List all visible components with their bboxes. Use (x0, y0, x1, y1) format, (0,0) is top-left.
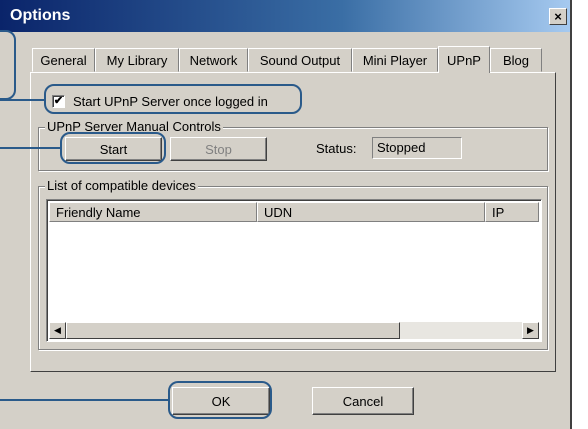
tab-label: Network (189, 52, 238, 68)
column-label: IP (492, 205, 505, 220)
callout-leader-start (0, 147, 60, 149)
scroll-thumb[interactable] (66, 322, 400, 339)
dialog-title: Options (10, 7, 71, 24)
arrow-right-icon: ▶ (527, 325, 534, 335)
title-bar: Options × (0, 0, 570, 32)
cancel-button[interactable]: Cancel (312, 387, 414, 415)
tab-label: General (40, 52, 87, 68)
horizontal-scrollbar[interactable]: ◀ ▶ (49, 322, 539, 339)
status-value: Stopped (372, 137, 462, 159)
tab-label: Sound Output (259, 52, 341, 68)
options-dialog: Options × General My Library Network Sou… (0, 0, 572, 429)
tab-mini-player[interactable]: Mini Player (352, 48, 438, 72)
cancel-button-label: Cancel (342, 393, 384, 409)
column-header-friendly-name[interactable]: Friendly Name (49, 202, 257, 222)
tab-blog[interactable]: Blog (490, 48, 542, 72)
stop-button[interactable]: Stop (170, 137, 267, 161)
callout-options-title (0, 30, 16, 100)
tab-label: Blog (502, 52, 530, 68)
tab-label: My Library (106, 52, 168, 68)
tab-network[interactable]: Network (179, 48, 248, 72)
callout-ok (168, 381, 272, 419)
callout-autostart (44, 84, 302, 114)
column-label: UDN (264, 205, 293, 220)
tab-upnp[interactable]: UPnP (438, 46, 490, 73)
column-header-ip[interactable]: IP (485, 202, 539, 222)
tab-label: Mini Player (362, 52, 428, 68)
devices-group-label: List of compatible devices (45, 178, 198, 193)
stop-button-label: Stop (205, 141, 232, 157)
tab-sound-output[interactable]: Sound Output (248, 48, 352, 72)
close-icon: × (554, 9, 562, 24)
scroll-right-button[interactable]: ▶ (522, 322, 539, 339)
arrow-left-icon: ◀ (54, 325, 61, 335)
callout-start (60, 132, 166, 164)
devices-list[interactable]: Friendly Name UDN IP ◀ ▶ (46, 199, 542, 342)
callout-leader-ok (0, 399, 168, 401)
status-label: Status: (316, 141, 357, 156)
tab-general[interactable]: General (32, 48, 95, 72)
scroll-left-button[interactable]: ◀ (49, 322, 66, 339)
column-label: Friendly Name (56, 205, 141, 220)
close-button[interactable]: × (549, 8, 567, 25)
tab-label: UPnP (447, 52, 481, 68)
tab-my-library[interactable]: My Library (95, 48, 179, 72)
callout-leader-autostart (0, 99, 44, 101)
column-header-udn[interactable]: UDN (257, 202, 485, 222)
